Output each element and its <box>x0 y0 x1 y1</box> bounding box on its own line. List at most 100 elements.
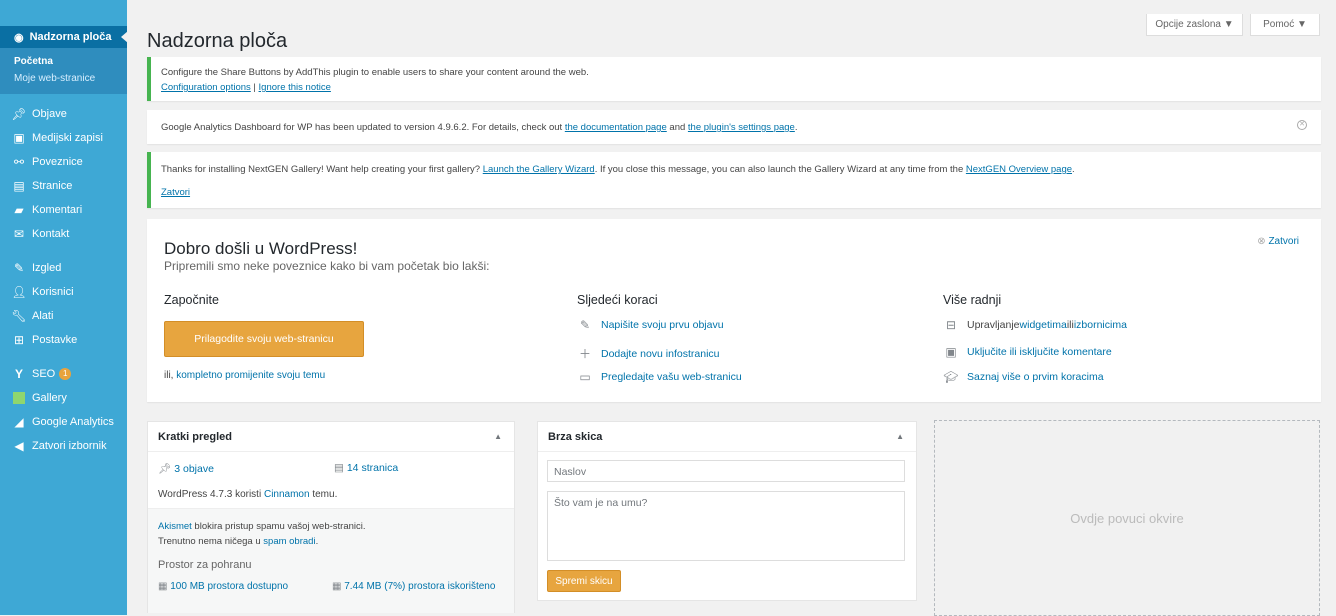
notice-text: and <box>666 122 688 133</box>
sidebar-item-tools[interactable]: 🔧︎ Alati <box>0 304 127 328</box>
user-icon: 👤︎ <box>11 285 27 299</box>
sidebar-item-google-analytics[interactable]: ◢ Google Analytics <box>0 410 127 434</box>
wrench-icon: 🔧︎ <box>11 309 27 323</box>
at-a-glance-box: Kratki pregled ▲ 📌︎ 3 objave ▤ 14 stranic… <box>147 421 515 613</box>
next-step-add-page[interactable]: ＋ Dodajte novu infostranicu <box>577 345 720 362</box>
sidebar-item-dashboard[interactable]: ◉ Nadzorna ploča <box>0 26 128 48</box>
dismiss-notice-icon[interactable]: ✕ <box>1297 120 1307 130</box>
more-action-learn[interactable]: 🎓︎ Saznaj više o prvim koracima <box>943 370 1104 384</box>
text: . <box>315 536 319 547</box>
link-icon: ⚯ <box>13 155 25 169</box>
notice-text: Configure the Share Buttons by AddThis p… <box>161 67 589 78</box>
sidebar-item-comments[interactable]: ▰ Komentari <box>0 198 127 222</box>
link-label: Dodajte novu infostranicu <box>601 347 720 360</box>
sidebar-item-media[interactable]: ▣ Medijski zapisi <box>0 126 127 150</box>
draft-title-input[interactable]: Naslov <box>547 460 905 482</box>
sidebar-item-label: SEO <box>32 368 56 380</box>
ignore-notice-link[interactable]: Ignore this notice <box>259 82 331 93</box>
launch-gallery-wizard-link[interactable]: Launch the Gallery Wizard <box>483 164 595 175</box>
storage-used-text: 7.44 MB (7%) prostora iskorišteno <box>344 581 496 592</box>
notice-text: Google Analytics Dashboard for WP has be… <box>161 122 565 133</box>
pages-count[interactable]: ▤ 14 stranica <box>334 462 398 474</box>
link-label: Napišite svoju prvu objavu <box>601 319 724 331</box>
col-next-steps-heading: Sljedeći koraci <box>577 293 658 307</box>
toggle-icon[interactable]: ▲ <box>494 432 502 441</box>
notice-text: Thanks for installing NextGEN Gallery! W… <box>161 164 483 175</box>
configuration-options-link[interactable]: Configuration options <box>161 82 251 93</box>
draft-content-textarea[interactable]: Što vam je na umu? <box>547 491 905 561</box>
box-title: Brza skica <box>548 430 603 443</box>
edit-icon: ✎ <box>579 318 591 332</box>
next-step-view-site[interactable]: ▭ Pregledajte vašu web-stranicu <box>577 370 742 384</box>
update-badge: 1 <box>59 368 72 380</box>
link-label: Saznaj više o prvim koracima <box>967 371 1104 383</box>
sidebar-item-label: Poveznice <box>32 156 83 168</box>
nextgen-overview-link[interactable]: NextGEN Overview page <box>966 164 1072 175</box>
sidebar-item-appearance[interactable]: ✎ Izgled <box>0 256 127 280</box>
text: ili <box>1066 319 1074 331</box>
drag-boxes-here-zone[interactable]: Ovdje povuci okvire <box>934 420 1320 616</box>
sidebar-item-label: Objave <box>32 108 67 120</box>
submenu-my-sites[interactable]: Moje web-stranice <box>0 70 127 87</box>
sidebar-item-links[interactable]: ⚯ Poveznice <box>0 150 127 174</box>
link-label: Pregledajte vašu web-stranicu <box>601 371 742 383</box>
storage-title: Prostor za pohranu <box>158 559 252 571</box>
notice-text: . <box>794 122 798 133</box>
sidebar-item-label: Zatvori izbornik <box>32 440 107 452</box>
text: WordPress 4.7.3 koristi <box>158 489 264 500</box>
customize-site-button[interactable]: Prilagodite svoju web-stranicu <box>164 321 364 357</box>
sidebar-item-label: Google Analytics <box>32 416 114 428</box>
theme-link[interactable]: Cinnamon <box>264 489 310 500</box>
sidebar-item-label: Korisnici <box>32 286 74 298</box>
sidebar-item-label: Gallery <box>32 392 67 404</box>
toggle-icon[interactable]: ▲ <box>896 432 904 441</box>
storage-available: ▦ 100 MB prostora dostupno <box>158 581 288 592</box>
close-circle-icon: ⊗ <box>1257 236 1269 247</box>
widgets-link[interactable]: widgetima <box>1020 319 1067 331</box>
monitor-icon: ▭ <box>579 370 591 384</box>
box-header: Kratki pregled ▲ <box>148 422 514 452</box>
ga-notice: Google Analytics Dashboard for WP has be… <box>147 110 1321 144</box>
page-icon: ▤ <box>334 462 347 474</box>
sidebar-item-users[interactable]: 👤︎ Korisnici <box>0 280 127 304</box>
sidebar-item-seo[interactable]: Y SEO 1 <box>0 362 127 386</box>
save-draft-button[interactable]: Spremi skicu <box>547 570 621 592</box>
sidebar-item-contact[interactable]: ✉ Kontakt <box>0 222 127 246</box>
page-title: Nadzorna ploča <box>147 30 288 52</box>
theme-info: WordPress 4.7.3 koristi Cinnamon temu. <box>158 489 337 500</box>
sidebar-item-pages[interactable]: ▤ Stranice <box>0 174 127 198</box>
sidebar-item-label: Kontakt <box>32 228 70 240</box>
sidebar-collapse[interactable]: ◀ Zatvori izbornik <box>0 434 127 458</box>
brush-icon: ✎ <box>13 261 25 275</box>
menus-link[interactable]: izbornicima <box>1074 319 1127 331</box>
media-icon: ▣ <box>13 131 25 145</box>
box-header: Brza skica ▲ <box>538 422 916 452</box>
change-theme-link[interactable]: kompletno promijenite svoju temu <box>176 370 325 381</box>
welcome-dismiss[interactable]: ⊗ Zatvori <box>1257 236 1299 247</box>
box-title: Kratki pregled <box>158 430 232 443</box>
akismet-info: Akismet blokira pristup spamu vašoj web-… <box>158 519 366 549</box>
akismet-link[interactable]: Akismet <box>158 521 192 532</box>
more-action-comments[interactable]: ▣ Uključite ili isključite komentare <box>943 345 1111 359</box>
separator: | <box>250 82 259 93</box>
plugin-settings-link[interactable]: the plugin's settings page <box>688 122 795 133</box>
sidebar-item-posts[interactable]: 📌︎ Objave <box>0 102 127 126</box>
page-icon: ▤ <box>13 179 25 193</box>
notice-text: . <box>1072 164 1075 175</box>
spam-link[interactable]: spam obradi <box>263 536 315 547</box>
close-notice-link[interactable]: Zatvori <box>161 187 190 198</box>
plus-icon: ＋ <box>578 347 591 361</box>
help-button[interactable]: Pomoć ▼ <box>1250 14 1320 36</box>
sidebar-item-settings[interactable]: ⊞ Postavke <box>0 328 127 352</box>
documentation-link[interactable]: the documentation page <box>565 122 667 133</box>
submenu-home[interactable]: Početna <box>0 53 127 70</box>
dashboard-icon: ◉ <box>14 31 24 44</box>
sidebar-item-label: Izgled <box>32 262 62 274</box>
screen-options-button[interactable]: Opcije zaslona ▼ <box>1146 14 1243 36</box>
storage-available-text: 100 MB prostora dostupno <box>170 581 289 592</box>
next-step-write-post[interactable]: ✎ Napišite svoju prvu objavu <box>577 318 724 332</box>
yoast-icon: Y <box>14 367 23 381</box>
sidebar-item-gallery[interactable]: Gallery <box>0 386 127 410</box>
sidebar-item-label: Nadzorna ploča <box>29 31 112 43</box>
posts-count[interactable]: 📌︎ 3 objave <box>158 462 214 475</box>
